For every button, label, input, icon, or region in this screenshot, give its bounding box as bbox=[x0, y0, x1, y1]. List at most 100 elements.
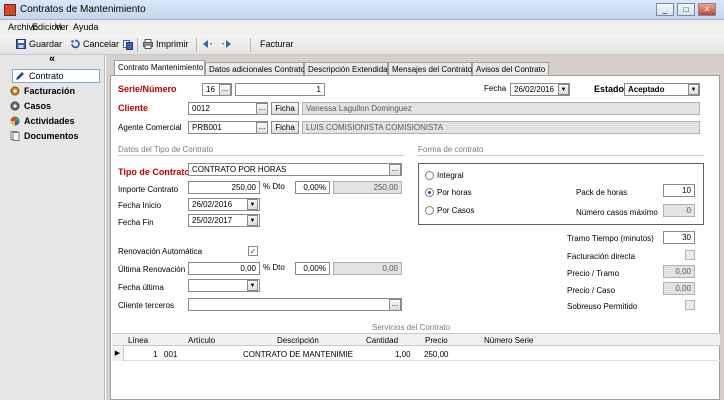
renov-checkbox[interactable]: ✓ bbox=[248, 246, 258, 256]
app-icon bbox=[4, 4, 16, 16]
gear-icon bbox=[10, 86, 20, 96]
renov-label: Renovación Automática bbox=[118, 247, 203, 256]
save-icon bbox=[16, 39, 26, 49]
sidebar-item-label: Casos bbox=[24, 101, 52, 111]
fecha-label: Fecha bbox=[484, 84, 507, 93]
col-articulo[interactable]: Artículo bbox=[188, 336, 215, 345]
next-record-button[interactable] bbox=[222, 39, 232, 49]
invoice-label: Facturar bbox=[260, 39, 294, 49]
col-linea[interactable]: Línea bbox=[128, 336, 148, 345]
maximize-button[interactable]: □ bbox=[677, 3, 695, 16]
col-numero-serie[interactable]: Número Serie bbox=[484, 336, 533, 345]
invoice-button[interactable]: Facturar bbox=[260, 39, 294, 49]
radio-por-casos[interactable] bbox=[425, 206, 434, 215]
cell-descripcion: CONTRATO DE MANTENIMIE bbox=[243, 350, 353, 359]
sidebar-item-actividades[interactable]: Actividades bbox=[10, 114, 75, 128]
casos-label: Número casos máximo bbox=[576, 208, 658, 217]
agente-ficha-button[interactable]: Ficha bbox=[271, 121, 299, 134]
rainbow-icon bbox=[10, 116, 20, 126]
cell-precio: 250,00 bbox=[424, 350, 449, 359]
section-divider bbox=[418, 155, 704, 156]
importe-field[interactable]: 250,00 bbox=[188, 181, 260, 194]
agente-label: Agente Comercial bbox=[118, 123, 182, 132]
radio-por-horas[interactable] bbox=[425, 188, 434, 197]
fact-directa-label: Facturación directa bbox=[567, 252, 636, 261]
save-label: Guardar bbox=[29, 39, 63, 49]
cliente-ficha-button[interactable]: Ficha bbox=[271, 102, 299, 115]
minimize-button[interactable]: _ bbox=[656, 3, 674, 16]
tab-mensajes[interactable]: Mensajes del Contrato bbox=[388, 62, 472, 75]
row-selector-arrow-icon[interactable]: ▶ bbox=[112, 347, 124, 361]
radio-integral[interactable] bbox=[425, 171, 434, 180]
window-title: Contratos de Mantenimiento bbox=[20, 4, 146, 15]
serie-lookup-button[interactable]: ... bbox=[219, 84, 231, 96]
fecha-dropdown-icon[interactable]: ▼ bbox=[558, 84, 569, 95]
sobreuso-checkbox[interactable] bbox=[685, 300, 695, 310]
importe-total-field: 250,00 bbox=[333, 181, 402, 194]
tramo-field[interactable]: 30 bbox=[663, 231, 695, 244]
sidebar-item-label: Actividades bbox=[24, 116, 75, 126]
toolbar-separator bbox=[250, 38, 251, 52]
sidebar-item-facturacion[interactable]: Facturación bbox=[10, 84, 75, 98]
numero-field[interactable]: 1 bbox=[235, 83, 325, 96]
toolbar-separator bbox=[137, 38, 138, 52]
pack-field[interactable]: 10 bbox=[663, 184, 695, 197]
casos-field: 0 bbox=[663, 204, 695, 217]
sidebar-item-casos[interactable]: Casos bbox=[10, 99, 51, 113]
tipo-field[interactable]: CONTRATO POR HORAS bbox=[188, 163, 402, 176]
inicio-dropdown-icon[interactable]: ▼ bbox=[247, 199, 258, 210]
toolbar: Guardar Cancelar Imprimir Facturar bbox=[0, 35, 724, 55]
table-row[interactable]: ▶ 1 001 CONTRATO DE MANTENIMIE 1,00 250,… bbox=[112, 347, 720, 361]
ult-dto-label: % Dto bbox=[263, 263, 285, 272]
cancel-button[interactable]: Cancelar bbox=[70, 39, 119, 49]
dto-label: % Dto bbox=[263, 182, 285, 191]
radio-por-casos-label: Por Casos bbox=[437, 206, 475, 215]
agente-name-field: LUIS COMISIONISTA COMISIONISTA bbox=[302, 121, 700, 134]
menu-ayuda[interactable]: Ayuda bbox=[73, 22, 98, 32]
copy-icon[interactable] bbox=[123, 40, 133, 50]
col-precio[interactable]: Precio bbox=[425, 336, 448, 345]
sidebar-item-documentos[interactable]: Documentos bbox=[10, 129, 79, 143]
cliente-lookup-button[interactable]: ... bbox=[256, 103, 268, 115]
section-title-forma: Forma de contrato bbox=[418, 145, 484, 154]
agente-lookup-button[interactable]: ... bbox=[256, 122, 268, 134]
tab-contrato-mantenimiento[interactable]: Contrato Mantenimiento bbox=[114, 60, 205, 76]
gear-icon bbox=[10, 101, 20, 111]
terceros-lookup-button[interactable]: ... bbox=[389, 299, 401, 311]
col-descripcion[interactable]: Descripción bbox=[277, 336, 319, 345]
radio-integral-label: Integral bbox=[437, 171, 464, 180]
tab-datos-adicionales[interactable]: Datos adicionales Contrato bbox=[205, 62, 305, 75]
prev-record-button[interactable] bbox=[202, 39, 212, 49]
pack-label: Pack de horas bbox=[576, 188, 628, 197]
ult-dto-field[interactable]: 0,00% bbox=[295, 262, 330, 275]
sidebar-item-contrato[interactable]: Contrato bbox=[12, 69, 100, 83]
dto-field[interactable]: 0,00% bbox=[295, 181, 330, 194]
menu-ver[interactable]: Ver bbox=[55, 22, 69, 32]
tipo-label: Tipo de Contrato bbox=[118, 167, 190, 177]
arrow-right-icon bbox=[222, 40, 231, 48]
tab-descripcion-extendida[interactable]: Descripción Extendida bbox=[304, 62, 388, 75]
undo-icon bbox=[70, 39, 80, 49]
servicios-title: Servicios del Contrato bbox=[372, 323, 451, 332]
print-label: Imprimir bbox=[156, 39, 189, 49]
tipo-lookup-button[interactable]: ... bbox=[389, 164, 401, 176]
fecha-ultima-dropdown-icon[interactable]: ▼ bbox=[247, 280, 258, 291]
precio-tramo-label: Precio / Tramo bbox=[567, 269, 620, 278]
save-button[interactable]: Guardar bbox=[16, 39, 62, 49]
precio-tramo-field: 0,00 bbox=[663, 265, 695, 278]
cell-linea: 1 bbox=[153, 350, 158, 359]
collapse-sidebar-button[interactable]: « bbox=[0, 54, 104, 68]
estado-dropdown-icon[interactable]: ▼ bbox=[688, 84, 699, 95]
pen-icon bbox=[16, 72, 24, 80]
print-button[interactable]: Imprimir bbox=[143, 39, 189, 49]
fact-directa-checkbox[interactable] bbox=[685, 250, 695, 260]
tramo-label: Tramo Tiempo (minutos) bbox=[567, 234, 654, 243]
tab-avisos[interactable]: Avisos del Contrato bbox=[472, 62, 549, 75]
fin-dropdown-icon[interactable]: ▼ bbox=[247, 215, 258, 226]
close-button[interactable]: ✕ bbox=[698, 3, 716, 16]
terceros-field[interactable] bbox=[188, 298, 402, 311]
ult-renov-field[interactable]: 0,00 bbox=[188, 262, 260, 275]
ult-renov-label: Última Renovación bbox=[118, 265, 186, 274]
precio-caso-field: 0,00 bbox=[663, 282, 695, 295]
col-cantidad[interactable]: Cantidad bbox=[366, 336, 398, 345]
